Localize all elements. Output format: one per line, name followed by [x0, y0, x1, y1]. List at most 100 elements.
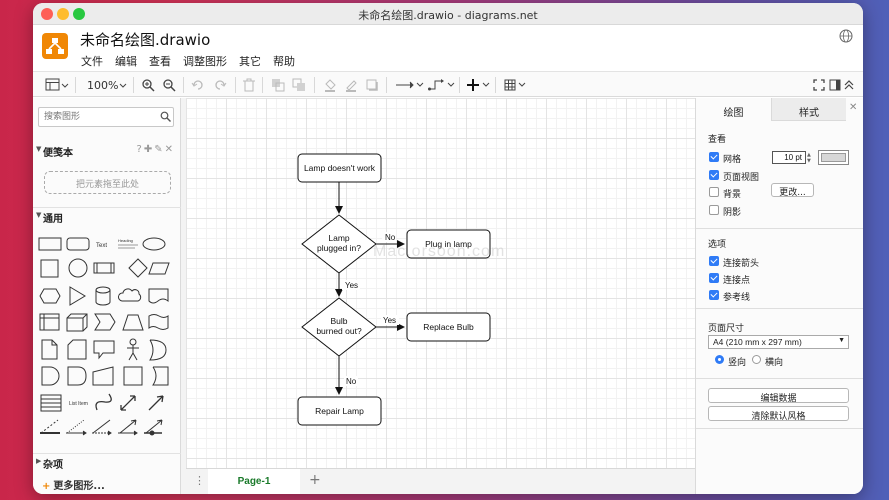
menu-file[interactable]: 文件	[80, 53, 104, 69]
shape-card[interactable]	[67, 339, 87, 360]
to-back-button[interactable]	[292, 76, 306, 94]
shape-heading[interactable]: Heading	[118, 238, 138, 249]
connector-arrow-3[interactable]	[118, 430, 138, 436]
line-color-button[interactable]	[344, 76, 358, 94]
node-repair-lamp[interactable]: Repair Lamp	[297, 396, 382, 426]
redo-button[interactable]	[213, 76, 227, 94]
page-view-checkbox[interactable]	[709, 170, 719, 180]
page-size-select[interactable]: A4 (210 mm x 297 mm) ▼	[708, 335, 849, 349]
shadow-button[interactable]	[365, 76, 379, 94]
fullscreen-button[interactable]	[813, 76, 825, 94]
globe-icon[interactable]	[839, 29, 853, 43]
change-background-button[interactable]: 更改...	[771, 183, 814, 198]
shape-actor[interactable]	[127, 338, 139, 361]
pages-menu-icon[interactable]: ⋮	[194, 474, 205, 487]
shape-arrow[interactable]	[148, 395, 164, 411]
page-tab-1[interactable]: Page-1	[208, 469, 300, 494]
node-bulb-burned-out[interactable]: Bulb burned out?	[301, 297, 377, 357]
zoom-in-button[interactable]	[141, 76, 155, 94]
shape-rectangle[interactable]	[38, 237, 62, 251]
shape-circle[interactable]	[68, 258, 88, 278]
connector-arrow-4[interactable]	[144, 430, 162, 436]
shape-cube[interactable]	[66, 313, 88, 332]
landscape-radio[interactable]	[752, 355, 761, 364]
more-shapes-button[interactable]: + 更多图形...	[42, 477, 105, 492]
menu-view[interactable]: 查看	[148, 53, 172, 69]
misc-header[interactable]: ▶ 杂项	[33, 453, 181, 471]
shape-diamond[interactable]	[128, 258, 148, 278]
shape-triangle[interactable]	[69, 286, 86, 306]
to-front-button[interactable]	[271, 76, 285, 94]
shape-container[interactable]	[123, 366, 143, 386]
tab-diagram[interactable]: 绘图	[696, 98, 771, 121]
menu-extras[interactable]: 其它	[238, 53, 262, 69]
diagram-canvas[interactable]: No Yes Yes No Lamp doesn't work Lamp plu…	[186, 98, 695, 468]
undo-button[interactable]	[191, 76, 205, 94]
collapse-toolbar-button[interactable]	[843, 76, 855, 94]
insert-dropdown[interactable]	[467, 76, 491, 94]
shape-cylinder[interactable]	[95, 286, 111, 306]
document-title[interactable]: 未命名绘图.drawio	[80, 29, 210, 50]
grid-size-stepper[interactable]: ▲ ▼	[807, 152, 811, 164]
shape-rounded-rectangle[interactable]	[66, 237, 90, 251]
shape-manual-input[interactable]	[92, 366, 114, 386]
shape-list-item[interactable]: List Item	[69, 401, 88, 407]
edit-data-button[interactable]: 编辑数据	[708, 388, 849, 404]
shape-hexagon[interactable]	[39, 288, 61, 304]
menu-arrange[interactable]: 调整图形	[182, 53, 228, 69]
connection-arrows-checkbox[interactable]	[709, 256, 719, 266]
node-lamp-plugged-in[interactable]: Lamp plugged in?	[301, 214, 377, 274]
connection-points-checkbox[interactable]	[709, 273, 719, 283]
shape-ellipse[interactable]	[142, 237, 166, 251]
shape-table-list[interactable]	[40, 394, 62, 412]
shape-search-input[interactable]	[38, 107, 174, 127]
background-checkbox[interactable]	[709, 187, 719, 197]
general-header[interactable]: ▼ 通用	[33, 207, 181, 225]
shape-or[interactable]	[149, 339, 167, 361]
zoom-out-button[interactable]	[162, 76, 176, 94]
shape-parallelogram[interactable]	[148, 262, 170, 275]
shadow-checkbox[interactable]	[709, 205, 719, 215]
fill-color-button[interactable]	[323, 76, 337, 94]
clear-default-style-button[interactable]: 清除默认风格	[708, 406, 849, 422]
shape-delay[interactable]	[41, 366, 60, 386]
scratchpad-drop-zone[interactable]: 把元素拖至此处	[44, 171, 171, 194]
shape-curve[interactable]	[95, 393, 112, 411]
shape-text[interactable]: Text	[96, 243, 107, 249]
scratchpad-header[interactable]: ▼ 便笺本 ?✚✎✕	[33, 142, 181, 160]
guides-checkbox[interactable]	[709, 290, 719, 300]
delete-button[interactable]	[243, 76, 255, 94]
shape-note[interactable]	[41, 339, 58, 360]
shape-bidirectional-arrow[interactable]	[120, 395, 136, 411]
view-panels-button[interactable]	[45, 76, 69, 94]
shape-callout[interactable]	[93, 340, 115, 360]
shape-trapezoid[interactable]	[122, 314, 144, 331]
portrait-radio[interactable]	[715, 355, 724, 364]
zoom-dropdown[interactable]: 100%	[87, 76, 128, 94]
shape-square[interactable]	[40, 259, 59, 278]
search-icon[interactable]	[160, 111, 171, 122]
grid-size-input[interactable]: 10 pt	[772, 151, 806, 164]
add-page-icon[interactable]: +	[309, 472, 321, 488]
shape-step[interactable]	[94, 313, 116, 331]
format-panel-button[interactable]	[829, 76, 841, 94]
shape-display[interactable]	[67, 366, 87, 386]
node-lamp-doesnt-work[interactable]: Lamp doesn't work	[297, 153, 382, 183]
menu-help[interactable]: 帮助	[272, 53, 296, 69]
shape-internal-storage[interactable]	[39, 313, 60, 331]
connector-arrow-1[interactable]	[66, 430, 87, 436]
waypoints-dropdown[interactable]	[428, 76, 456, 94]
grid-checkbox[interactable]	[709, 152, 719, 162]
shape-process[interactable]	[93, 262, 115, 274]
node-replace-bulb[interactable]: Replace Bulb	[406, 312, 491, 342]
tab-style[interactable]: 样式	[771, 98, 846, 121]
grid-color-swatch[interactable]	[818, 150, 849, 165]
close-icon[interactable]: ✕	[849, 102, 857, 113]
scratchpad-tools[interactable]: ?✚✎✕	[137, 144, 175, 155]
connection-style-dropdown[interactable]	[395, 76, 425, 94]
shape-cloud[interactable]	[118, 288, 142, 302]
shape-off-page[interactable]	[152, 366, 169, 386]
connector-arrow-2[interactable]	[92, 430, 112, 436]
menu-edit[interactable]: 编辑	[114, 53, 138, 69]
table-dropdown[interactable]	[504, 76, 528, 94]
